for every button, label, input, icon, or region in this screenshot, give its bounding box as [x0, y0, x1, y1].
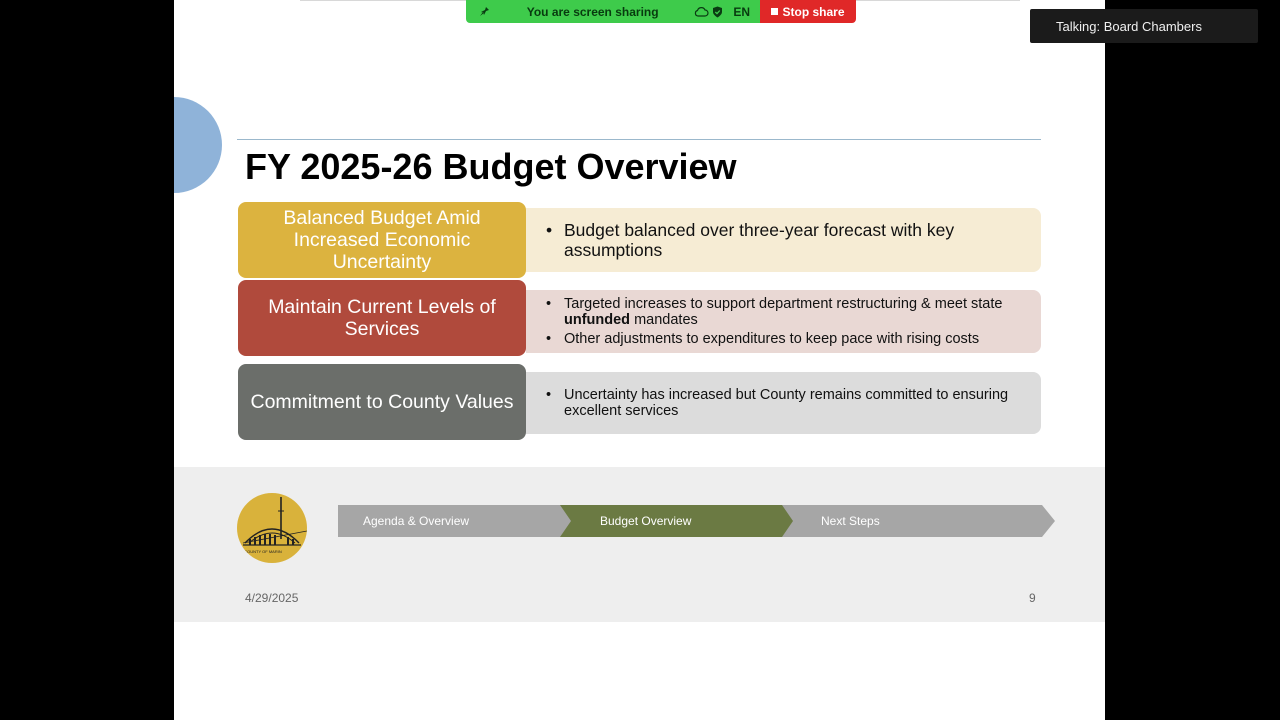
share-status-text: You are screen sharing [526, 4, 659, 19]
decorative-circle [174, 97, 222, 193]
bullet-item: • Budget balanced over three-year forecas… [546, 220, 955, 260]
nav-step-budget-overview[interactable]: Budget Overview [560, 505, 795, 537]
row-panel-balanced-budget: • Budget balanced over three-year forecas… [526, 208, 1041, 272]
nav-step-next-steps[interactable]: Next Steps [782, 505, 1055, 537]
stop-icon [771, 8, 779, 15]
slide-title: FY 2025-26 Budget Overview [245, 146, 737, 187]
logo-text: COUNTY OF MARIN [244, 549, 282, 554]
footer-date: 4/29/2025 [245, 591, 299, 605]
row-label-current-services: Maintain Current Levels of Services [238, 280, 526, 356]
nav-step-agenda[interactable]: Agenda & Overview [338, 505, 573, 537]
county-logo: COUNTY OF MARIN [237, 493, 307, 563]
row-label-county-values: Commitment to County Values [238, 364, 526, 440]
row-panel-county-values: • Uncertainty has increased but County re… [526, 372, 1041, 434]
footer-band: COUNTY OF MARIN Agenda & Overview Budget… [174, 467, 1105, 622]
bullet-item: • Other adjustments to expenditures to ke… [546, 331, 980, 347]
title-rule [237, 139, 1041, 140]
county-logo-graphic: COUNTY OF MARIN [242, 497, 307, 554]
cloud-icon[interactable] [693, 6, 709, 17]
presentation-slide: FY 2025-26 Budget Overview Balanced Budg… [174, 0, 1105, 720]
bullet-item: • Uncertainty has increased but County re… [546, 387, 1009, 419]
screen-share-bar: You are screen sharing EN Stop share [466, 0, 856, 23]
talking-indicator: Talking: Board Chambers [1030, 9, 1258, 43]
shield-check-icon[interactable] [709, 6, 725, 18]
row-label-balanced-budget: Balanced Budget Amid Increased Economic … [238, 202, 526, 278]
pin-icon[interactable] [476, 6, 492, 17]
share-status-area[interactable]: You are screen sharing EN [466, 0, 760, 23]
bullet-item: • Targeted increases to support departme… [546, 296, 1003, 328]
language-selector[interactable]: EN [733, 5, 750, 19]
row-panel-current-services: • Targeted increases to support departme… [526, 290, 1041, 353]
stop-share-button[interactable]: Stop share [760, 0, 856, 23]
page-number: 9 [1029, 591, 1036, 605]
